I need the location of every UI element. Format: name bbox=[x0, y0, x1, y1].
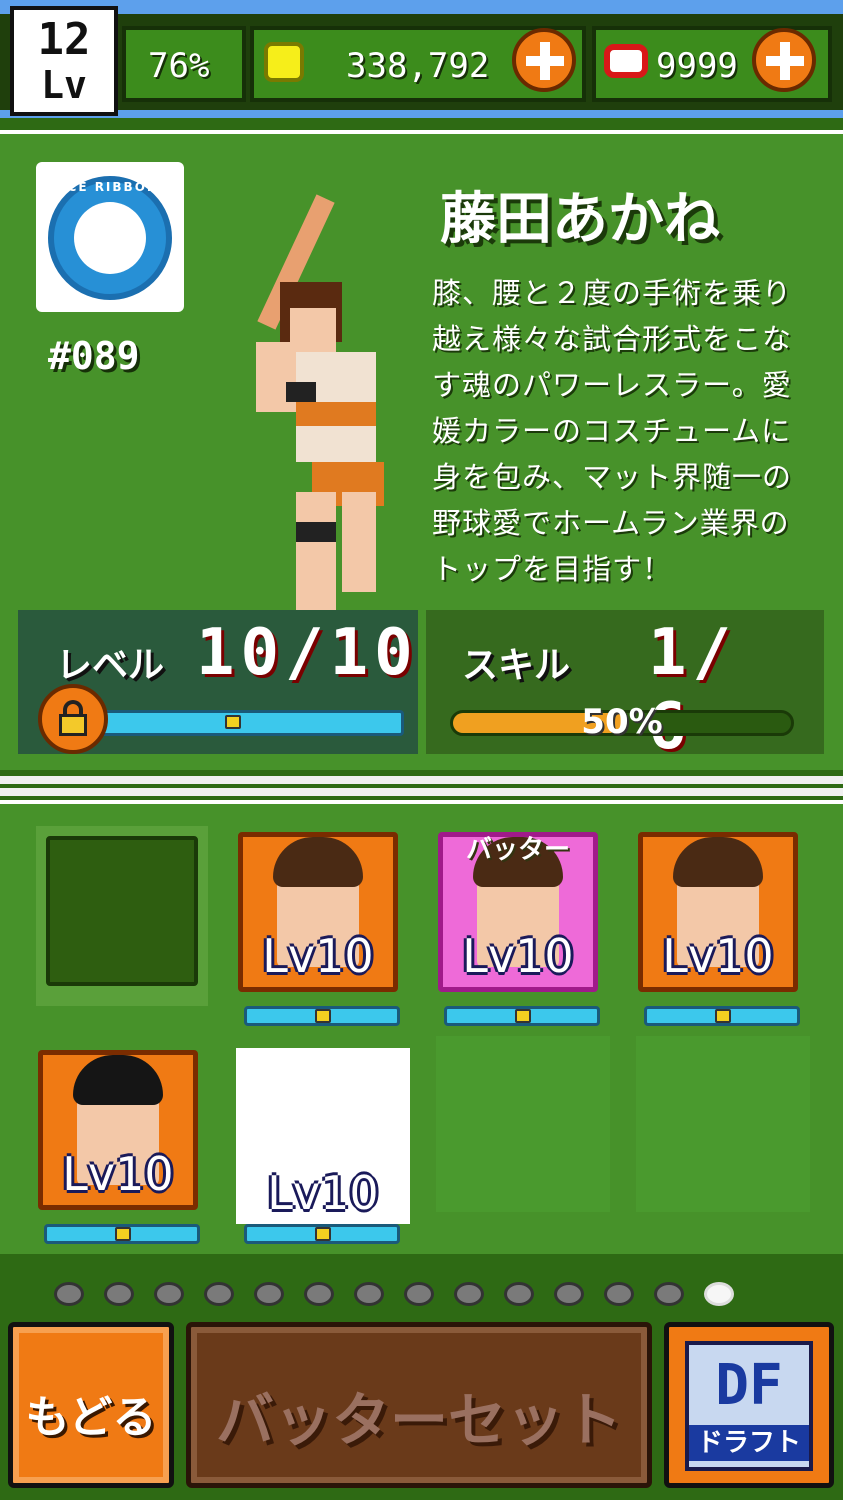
ticket-icon bbox=[604, 44, 648, 78]
divider bbox=[0, 1254, 843, 1262]
level-label: レベル bbox=[56, 645, 165, 686]
page-dot[interactable] bbox=[654, 1282, 684, 1306]
skill-progress-text: 50% bbox=[581, 702, 663, 742]
coin-count: 338,792 bbox=[346, 46, 490, 86]
card-level-bar bbox=[444, 1006, 600, 1026]
back-button-label: もどる bbox=[25, 1392, 157, 1443]
lock-icon bbox=[315, 1227, 331, 1241]
page-dot[interactable] bbox=[304, 1282, 334, 1306]
lock-icon bbox=[115, 1227, 131, 1241]
page-indicator bbox=[54, 1282, 754, 1312]
add-tickets-button[interactable] bbox=[752, 28, 816, 92]
card-level-bar bbox=[644, 1006, 800, 1026]
lock-icon bbox=[59, 714, 87, 736]
card-level-bar bbox=[244, 1224, 400, 1244]
lock-icon bbox=[515, 1009, 531, 1023]
page-dot-active[interactable] bbox=[704, 1282, 734, 1306]
skill-label: スキル bbox=[462, 645, 571, 686]
card-level-bar bbox=[244, 1006, 400, 1026]
skill-box: スキル 1/ 6 50% bbox=[426, 610, 824, 764]
page-dot[interactable] bbox=[254, 1282, 284, 1306]
card-level: Lv10 bbox=[462, 929, 574, 983]
roster-slot-blank bbox=[436, 1036, 610, 1212]
player-number: #089 bbox=[48, 334, 140, 378]
lock-icon bbox=[225, 715, 241, 729]
roster-card[interactable]: Lv10 bbox=[638, 832, 798, 992]
page-dot[interactable] bbox=[204, 1282, 234, 1306]
team-logo-ring: ICE RIBBON bbox=[48, 176, 172, 300]
level-bar bbox=[98, 710, 404, 736]
page-dot[interactable] bbox=[504, 1282, 534, 1306]
page-dot[interactable] bbox=[454, 1282, 484, 1306]
level-box: レベル 10/10 bbox=[18, 610, 418, 754]
roster-card[interactable]: Lv10 bbox=[38, 1050, 198, 1210]
empty-slot-frame bbox=[46, 836, 198, 986]
player-name: 藤田あかね bbox=[440, 187, 720, 252]
roster-slot-blank bbox=[636, 1036, 810, 1212]
roster-grid: Lv10 バッター Lv10 Lv10 Lv10 Lv10 bbox=[0, 800, 843, 1258]
batter-tag: バッター bbox=[465, 835, 570, 865]
player-profile-panel: ICE RIBBON #089 藤田あかね 膝、腰と２度の手術を乗り越え様々な試… bbox=[0, 130, 843, 770]
draft-label: ドラフト bbox=[689, 1425, 809, 1461]
player-description: 膝、腰と２度の手術を乗り越え様々な試合形式をこなす魂のパワーレスラー。愛媛カラー… bbox=[432, 276, 793, 586]
ticket-count: 9999 bbox=[656, 46, 738, 86]
page-dot[interactable] bbox=[54, 1282, 84, 1306]
roster-slot-empty[interactable] bbox=[36, 826, 208, 1006]
team-logo-emblem bbox=[74, 202, 146, 274]
level-value: 10/10 bbox=[196, 616, 419, 690]
player-level-label: Lv bbox=[41, 63, 87, 107]
draft-icon: DF ドラフト bbox=[685, 1341, 813, 1471]
lock-icon bbox=[315, 1009, 331, 1023]
team-logo-text: ICE RIBBON bbox=[61, 180, 159, 194]
back-button[interactable]: もどる bbox=[8, 1322, 174, 1488]
card-level: Lv10 bbox=[662, 929, 774, 983]
card-level-bar bbox=[44, 1224, 200, 1244]
page-dot[interactable] bbox=[604, 1282, 634, 1306]
page-dot[interactable] bbox=[554, 1282, 584, 1306]
player-level-number: 12 bbox=[37, 14, 91, 65]
card-level: Lv10 bbox=[262, 929, 374, 983]
page-dot[interactable] bbox=[104, 1282, 134, 1306]
skill-progress-overlay: 50% bbox=[450, 702, 794, 742]
roster-card[interactable]: Lv10 bbox=[238, 832, 398, 992]
set-batter-label: バッターセット bbox=[215, 1386, 622, 1454]
card-level: Lv10 bbox=[62, 1147, 174, 1201]
divider bbox=[0, 776, 843, 784]
lock-icon bbox=[715, 1009, 731, 1023]
draft-button[interactable]: DF ドラフト bbox=[664, 1322, 834, 1488]
coin-icon bbox=[264, 42, 304, 82]
draft-logo-text: DF bbox=[715, 1353, 783, 1418]
player-hair bbox=[673, 837, 763, 887]
team-logo: ICE RIBBON bbox=[36, 162, 184, 312]
player-hair bbox=[73, 1055, 163, 1105]
set-batter-button[interactable]: バッターセット bbox=[186, 1322, 652, 1488]
exp-percent: 76% bbox=[148, 46, 210, 86]
page-dot[interactable] bbox=[404, 1282, 434, 1306]
roster-card-selected[interactable]: バッター Lv10 bbox=[438, 832, 598, 992]
player-hair bbox=[273, 837, 363, 887]
page-dot[interactable] bbox=[354, 1282, 384, 1306]
roster-card-loading[interactable]: Lv10 bbox=[236, 1048, 410, 1224]
page-dot[interactable] bbox=[154, 1282, 184, 1306]
exp-box: 76% bbox=[122, 26, 246, 102]
add-coins-button[interactable] bbox=[512, 28, 576, 92]
divider bbox=[0, 788, 843, 796]
card-level: Lv10 bbox=[267, 1166, 379, 1220]
level-lock-button[interactable] bbox=[38, 684, 108, 754]
player-level-badge[interactable]: 12 Lv bbox=[10, 6, 118, 116]
